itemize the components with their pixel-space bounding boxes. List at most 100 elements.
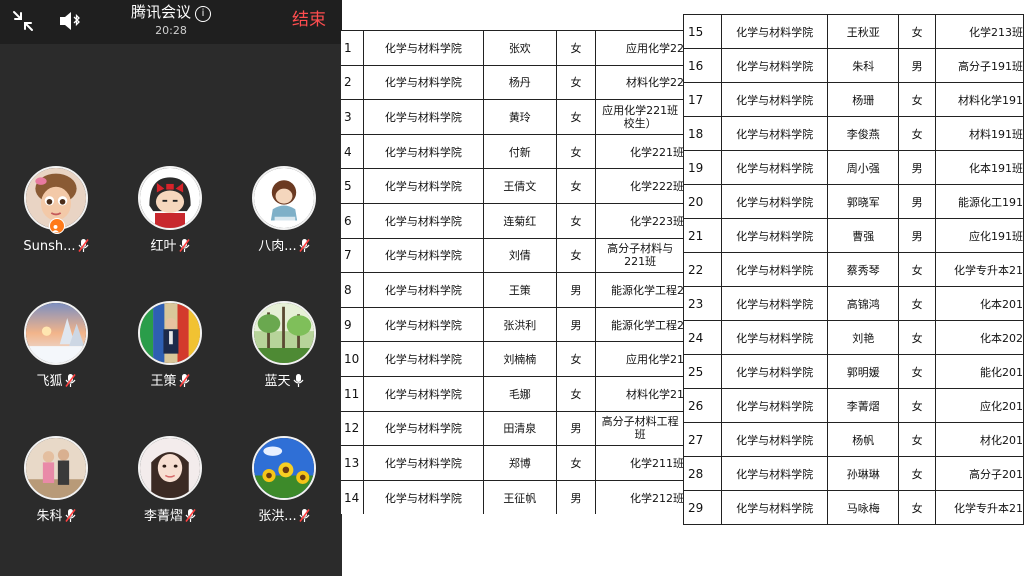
- gender-cell: 女: [898, 252, 937, 287]
- snow-sunset-avatar: [24, 301, 88, 365]
- student-name-cell: 连菊红: [483, 202, 557, 239]
- row-number-cell: 6: [341, 202, 364, 239]
- mic-muted-icon: [178, 374, 190, 387]
- row-number-cell: 8: [341, 272, 364, 308]
- speaker-bluetooth-button[interactable]: [57, 8, 83, 34]
- student-name-cell: 张欢: [483, 30, 557, 66]
- gender-cell: 女: [898, 320, 937, 355]
- gender-cell: 女: [555, 64, 597, 101]
- participant-tile[interactable]: 王策: [115, 301, 225, 411]
- end-meeting-button[interactable]: 结束: [292, 10, 326, 30]
- gender-cell: 女: [898, 14, 937, 49]
- row-number-cell: 5: [341, 168, 364, 204]
- gender-cell: 女: [555, 202, 597, 239]
- student-name-cell: 郑博: [483, 445, 557, 481]
- meeting-title-area[interactable]: 腾讯会议 i 20:28: [100, 2, 242, 38]
- college-cell: 化学与材料学院: [362, 479, 485, 514]
- table-row: 29 化学与材料学院 马咏梅女化学专升本21: [683, 490, 1024, 525]
- class-cell: 化学212班: [595, 479, 685, 514]
- college-cell: 化学与材料学院: [362, 99, 485, 135]
- class-cell: 能源化学工程2: [595, 306, 685, 343]
- participant-tile[interactable]: 蓝天: [229, 301, 339, 411]
- class-cell: 高分子材料工程班: [595, 410, 685, 447]
- participant-name: Sunsh...: [23, 239, 76, 254]
- college-cell: 化学与材料学院: [720, 252, 829, 287]
- college-cell: 化学与材料学院: [362, 445, 485, 481]
- person-flags-avatar: [138, 301, 202, 365]
- participant-tile[interactable]: 飞狐: [1, 301, 111, 411]
- table-row: 19 化学与材料学院 周小强男化本191班: [683, 150, 1024, 185]
- gender-cell: 女: [555, 99, 597, 135]
- student-name-cell: 蔡秀琴: [827, 252, 900, 287]
- table-row: 24 化学与材料学院 刘艳女化本202: [683, 320, 1024, 355]
- class-cell: 化学223班: [595, 202, 685, 239]
- class-cell: 化学213班: [935, 14, 1024, 49]
- table-row: 14 化学与材料学院 王征帆男化学212班: [341, 479, 685, 514]
- class-cell: 化本202: [935, 320, 1024, 355]
- participant-tile[interactable]: 张洪...: [229, 436, 339, 546]
- meeting-top-bar: 腾讯会议 i 20:28 结束: [0, 0, 342, 44]
- table-row: 10 化学与材料学院 刘楠楠女应用化学21: [341, 341, 685, 377]
- table-row: 17 化学与材料学院 杨珊女材料化学191: [683, 82, 1024, 117]
- row-number-cell: 24: [683, 320, 722, 355]
- row-number-cell: 14: [341, 479, 364, 514]
- class-cell: 高分子材料与 221班: [595, 237, 685, 274]
- mic-muted-icon: [64, 374, 76, 387]
- student-name-cell: 田清泉: [483, 410, 557, 447]
- class-cell: 应化191班: [935, 218, 1024, 253]
- table-row: 4 化学与材料学院 付新女化学221班: [341, 133, 685, 170]
- row-number-cell: 22: [683, 252, 722, 287]
- info-icon[interactable]: i: [195, 6, 211, 22]
- participant-name-row: 李菁熠: [115, 508, 225, 526]
- minimize-button[interactable]: [10, 8, 36, 34]
- participant-tile[interactable]: 八肉...: [229, 166, 339, 276]
- girl-photo-avatar: [138, 436, 202, 500]
- college-cell: 化学与材料学院: [362, 133, 485, 170]
- student-name-cell: 刘艳: [827, 320, 900, 355]
- participant-name: 朱科: [36, 509, 63, 524]
- mic-muted-icon: [178, 239, 190, 252]
- participant-tile[interactable]: 李菁熠: [115, 436, 225, 546]
- table-row: 2 化学与材料学院 杨丹女材料化学22: [341, 64, 685, 101]
- row-number-cell: 12: [341, 410, 364, 447]
- gender-cell: 男: [898, 218, 937, 253]
- meeting-title: 腾讯会议: [130, 3, 191, 21]
- table-row: 15 化学与材料学院 王秋亚女化学213班: [683, 14, 1024, 49]
- participant-name: 张洪...: [258, 509, 297, 524]
- participant-tile[interactable]: Sunsh...: [1, 166, 111, 276]
- gender-cell: 男: [898, 184, 937, 219]
- row-number-cell: 18: [683, 116, 722, 151]
- row-number-cell: 29: [683, 490, 722, 525]
- participant-tile[interactable]: 红叶: [115, 166, 225, 276]
- row-number-cell: 7: [341, 237, 364, 274]
- row-number-cell: 16: [683, 48, 722, 83]
- student-name-cell: 李菁熠: [827, 388, 900, 423]
- student-name-cell: 王策: [483, 272, 557, 308]
- row-number-cell: 20: [683, 184, 722, 219]
- student-name-cell: 马咏梅: [827, 490, 900, 525]
- meeting-panel: 腾讯会议 i 20:28 结束 Sunsh... 红叶 八肉... 飞狐 王策 …: [0, 0, 342, 576]
- gender-cell: 男: [555, 306, 597, 343]
- student-name-cell: 杨丹: [483, 64, 557, 101]
- gender-cell: 女: [555, 168, 597, 204]
- college-cell: 化学与材料学院: [720, 82, 829, 117]
- gender-cell: 女: [898, 354, 937, 389]
- shrink-arrows-icon: [13, 11, 33, 31]
- college-cell: 化学与材料学院: [362, 341, 485, 377]
- college-cell: 化学与材料学院: [720, 14, 829, 49]
- participant-tile[interactable]: 朱科: [1, 436, 111, 546]
- student-name-cell: 王征帆: [483, 479, 557, 514]
- college-cell: 化学与材料学院: [720, 48, 829, 83]
- mic-muted-icon: [299, 239, 310, 252]
- college-cell: 化学与材料学院: [362, 168, 485, 204]
- row-number-cell: 4: [341, 133, 364, 170]
- student-table-right: 15 化学与材料学院 王秋亚女化学213班 16 化学与材料学院 朱科男高分子191班 17…: [683, 14, 1024, 525]
- row-number-cell: 21: [683, 218, 722, 253]
- class-cell: 化学221班: [595, 133, 685, 170]
- table-row: 16 化学与材料学院 朱科男高分子191班: [683, 48, 1024, 83]
- table-row: 27 化学与材料学院 杨帆女材化201: [683, 422, 1024, 457]
- gender-cell: 男: [555, 410, 597, 447]
- table-row: 5 化学与材料学院 王倩文女化学222班: [341, 168, 685, 204]
- row-number-cell: 27: [683, 422, 722, 457]
- participant-name-row: 红叶: [115, 238, 225, 256]
